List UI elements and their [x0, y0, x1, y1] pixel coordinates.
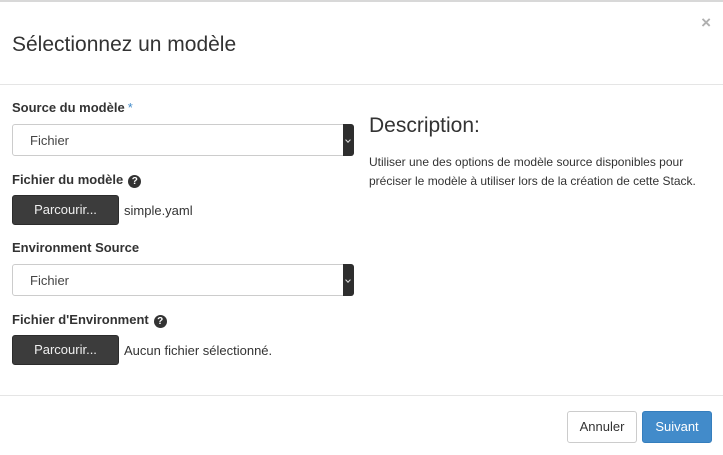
modal-header: Sélectionnez un modèle × — [0, 2, 723, 85]
description-panel: Description: Utiliser une des options de… — [369, 114, 714, 191]
env-browse-button[interactable]: Parcourir... — [12, 335, 119, 365]
env-source-label: Environment Source — [12, 240, 140, 255]
template-source-value: Fichier — [30, 133, 70, 148]
next-button[interactable]: Suivant — [642, 411, 712, 443]
env-file-label-text: Fichier d'Environment — [12, 312, 149, 327]
env-source-value: Fichier — [30, 273, 70, 288]
help-icon[interactable]: ? — [128, 175, 142, 188]
close-icon[interactable]: × — [701, 14, 711, 31]
modal-title: Sélectionnez un modèle — [12, 33, 237, 56]
template-file-label: Fichier du modèle? — [12, 172, 142, 188]
required-mark: * — [127, 100, 133, 115]
modal-footer: Annuler Suivant — [0, 395, 723, 455]
chevron-down-icon — [343, 124, 354, 156]
cancel-button[interactable]: Annuler — [567, 411, 637, 443]
template-file-label-text: Fichier du modèle — [12, 172, 124, 187]
help-icon[interactable]: ? — [153, 315, 167, 328]
chevron-down-icon — [343, 264, 354, 296]
env-file-label: Fichier d'Environment? — [12, 312, 167, 328]
template-file-name: simple.yaml — [124, 203, 193, 218]
template-source-select[interactable]: Fichier — [12, 124, 354, 156]
env-source-select[interactable]: Fichier — [12, 264, 354, 296]
source-label-text: Source du modèle — [12, 100, 125, 115]
env-file-name: Aucun fichier sélectionné. — [124, 343, 273, 358]
description-text: Utiliser une des options de modèle sourc… — [369, 155, 696, 188]
template-browse-button[interactable]: Parcourir... — [12, 195, 119, 225]
source-label: Source du modèle * — [12, 100, 133, 115]
description-title: Description: — [369, 114, 480, 137]
